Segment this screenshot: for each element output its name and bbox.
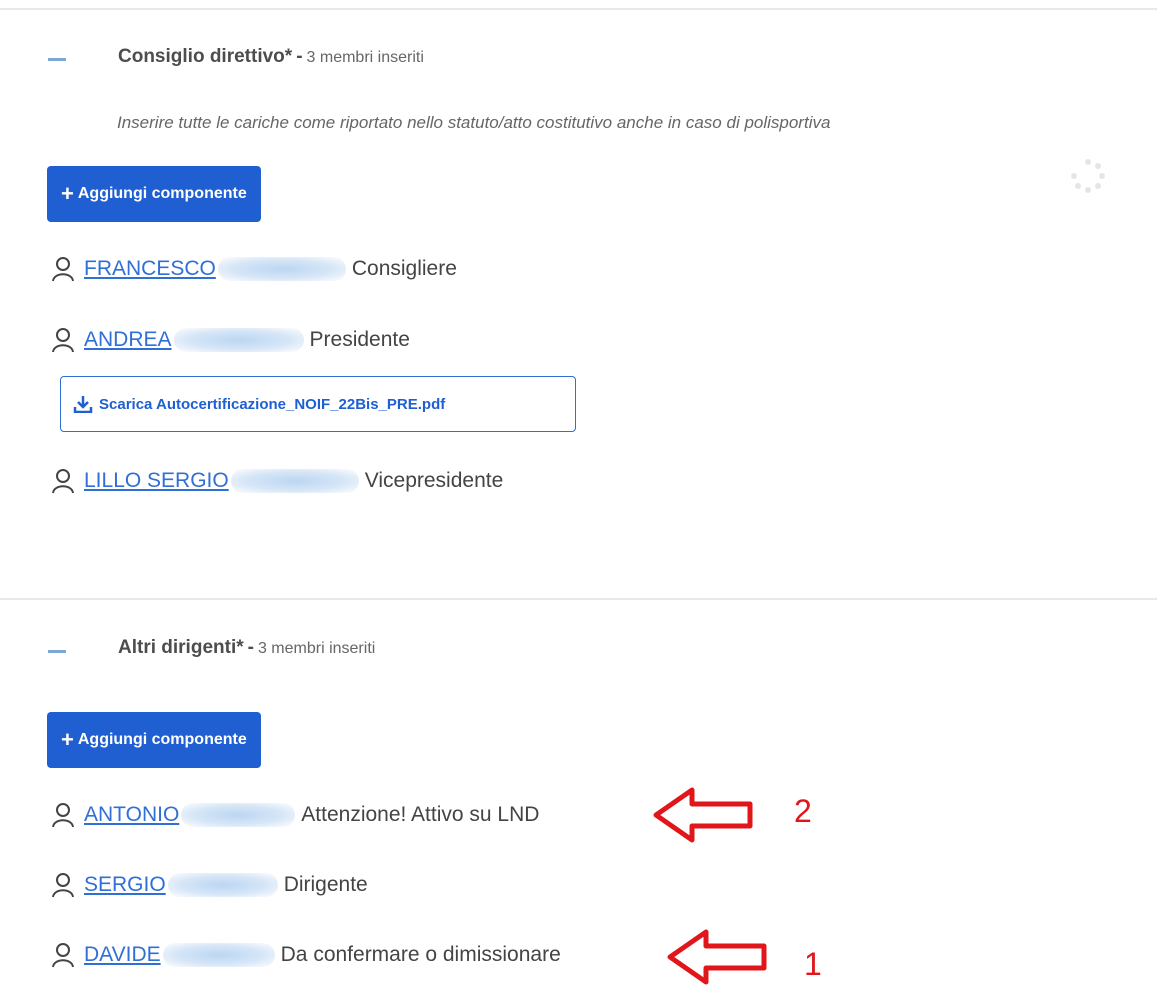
download-icon — [73, 396, 93, 413]
redacted-surname — [181, 803, 296, 827]
user-icon — [52, 257, 74, 282]
member-role: Consigliere — [351, 257, 457, 280]
collapse-toggle-icon[interactable] — [48, 650, 66, 653]
user-icon — [52, 803, 74, 828]
member-count: 3 membri inseriti — [306, 49, 424, 66]
redacted-surname — [167, 873, 278, 897]
member-role: Attenzione! Attivo su LND — [301, 803, 540, 826]
member-name-link[interactable]: LILLO SERGIO — [84, 469, 229, 493]
loading-spinner-icon — [1071, 159, 1105, 193]
member-row: FRANCESCO Consigliere — [52, 252, 457, 286]
user-icon — [52, 328, 74, 353]
member-name-link[interactable]: ANTONIO — [84, 803, 179, 827]
user-icon — [52, 873, 74, 898]
section-title-text: Altri dirigenti* — [118, 637, 244, 658]
member-role: Presidente — [309, 328, 410, 351]
redacted-surname — [230, 469, 359, 493]
download-autocertificazione-button[interactable]: Scarica Autocertificazione_NOIF_22Bis_PR… — [60, 376, 576, 432]
member-row: SERGIO Dirigente — [52, 868, 368, 902]
plus-icon: + — [61, 181, 74, 206]
member-name-link[interactable]: DAVIDE — [84, 943, 161, 967]
annotation-number: 2 — [794, 793, 812, 829]
download-label: Scarica Autocertificazione_NOIF_22Bis_PR… — [99, 395, 446, 413]
member-row: ANDREA Presidente — [52, 323, 410, 357]
member-name-link[interactable]: SERGIO — [84, 873, 166, 897]
annotation-arrow-icon — [667, 929, 767, 985]
member-name-link[interactable]: FRANCESCO — [84, 257, 216, 281]
title-separator: - — [296, 46, 303, 67]
redacted-surname — [173, 328, 304, 352]
member-row: DAVIDE Da confermare o dimissionare — [52, 938, 561, 972]
add-component-button[interactable]: + Aggiungi componente — [47, 712, 261, 768]
section-note: Inserire tutte le cariche come riportato… — [117, 113, 831, 132]
title-separator: - — [247, 637, 254, 658]
redacted-surname — [217, 257, 346, 281]
member-name-link[interactable]: ANDREA — [84, 328, 172, 352]
add-component-button[interactable]: + Aggiungi componente — [47, 166, 261, 222]
add-component-label: Aggiungi componente — [77, 185, 247, 202]
member-row: LILLO SERGIO Vicepresidente — [52, 464, 503, 498]
member-role: Da confermare o dimissionare — [280, 943, 561, 966]
member-count: 3 membri inseriti — [257, 640, 376, 657]
member-role: Dirigente — [283, 873, 368, 896]
top-divider — [0, 8, 1157, 10]
member-role: Vicepresidente — [364, 469, 504, 492]
user-icon — [52, 469, 74, 494]
user-icon — [52, 943, 74, 968]
section-divider — [0, 598, 1157, 600]
collapse-toggle-icon[interactable] — [48, 58, 66, 61]
member-row: ANTONIO Attenzione! Attivo su LND — [52, 798, 539, 832]
redacted-surname — [162, 943, 275, 967]
section-title: Consiglio direttivo* -3 membri inseriti — [118, 46, 424, 68]
annotation-arrow-icon — [653, 787, 753, 843]
plus-icon: + — [61, 727, 74, 752]
add-component-label: Aggiungi componente — [77, 731, 247, 748]
section-title: Altri dirigenti* -3 membri inseriti — [118, 637, 375, 659]
annotation-number: 1 — [804, 946, 822, 982]
section-title-text: Consiglio direttivo* — [118, 46, 293, 67]
